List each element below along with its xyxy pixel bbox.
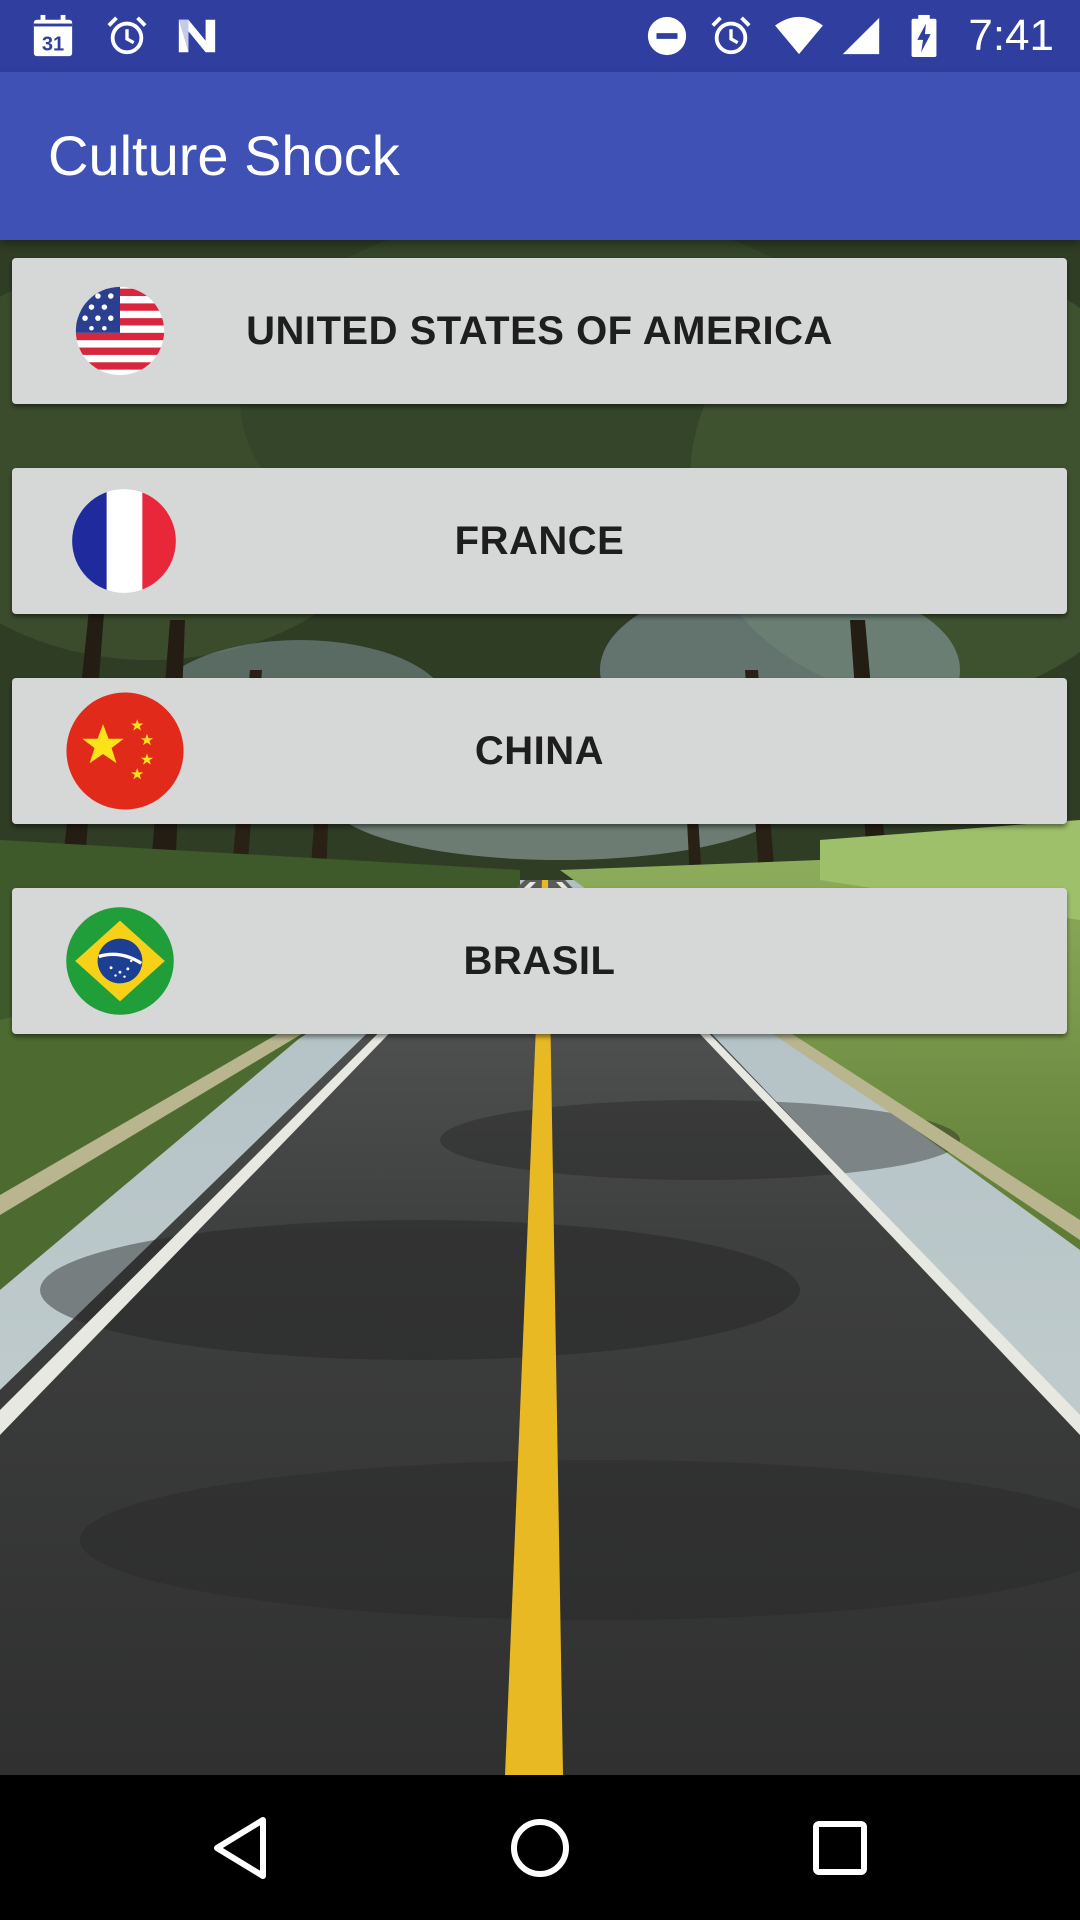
country-label: CHINA <box>474 729 605 773</box>
calendar-date: 31 <box>42 33 64 55</box>
back-icon[interactable] <box>205 1812 277 1884</box>
app-title: Culture Shock <box>48 124 400 187</box>
calendar-icon: 31 <box>33 14 73 57</box>
do-not-disturb-icon <box>647 16 687 56</box>
alarm-icon <box>711 16 751 55</box>
country-label: BRASIL <box>463 939 616 983</box>
country-label: FRANCE <box>454 519 625 563</box>
country-button-usa[interactable]: UNITED STATES OF AMERICA <box>12 258 1067 404</box>
status-time: 7:41 <box>968 11 1054 60</box>
alarm-icon <box>107 16 147 55</box>
battery-charging-icon <box>911 14 937 58</box>
wifi-icon <box>775 16 823 55</box>
navigation-bar <box>0 1776 1080 1920</box>
screen: 31 7:41 Culture Shock UNITED STATES OF A… <box>0 0 1080 1920</box>
signal-icon <box>842 17 880 55</box>
status-bar: 31 7:41 <box>0 0 1080 72</box>
n-logo-icon <box>178 19 216 53</box>
home-icon[interactable] <box>504 1812 576 1884</box>
country-button-brasil[interactable]: BRASIL <box>12 888 1067 1034</box>
app-bar: Culture Shock <box>0 72 1080 240</box>
country-button-china[interactable]: CHINA <box>12 678 1067 824</box>
country-button-france[interactable]: FRANCE <box>12 468 1067 614</box>
recents-icon[interactable] <box>804 1812 876 1884</box>
country-label: UNITED STATES OF AMERICA <box>246 309 833 353</box>
